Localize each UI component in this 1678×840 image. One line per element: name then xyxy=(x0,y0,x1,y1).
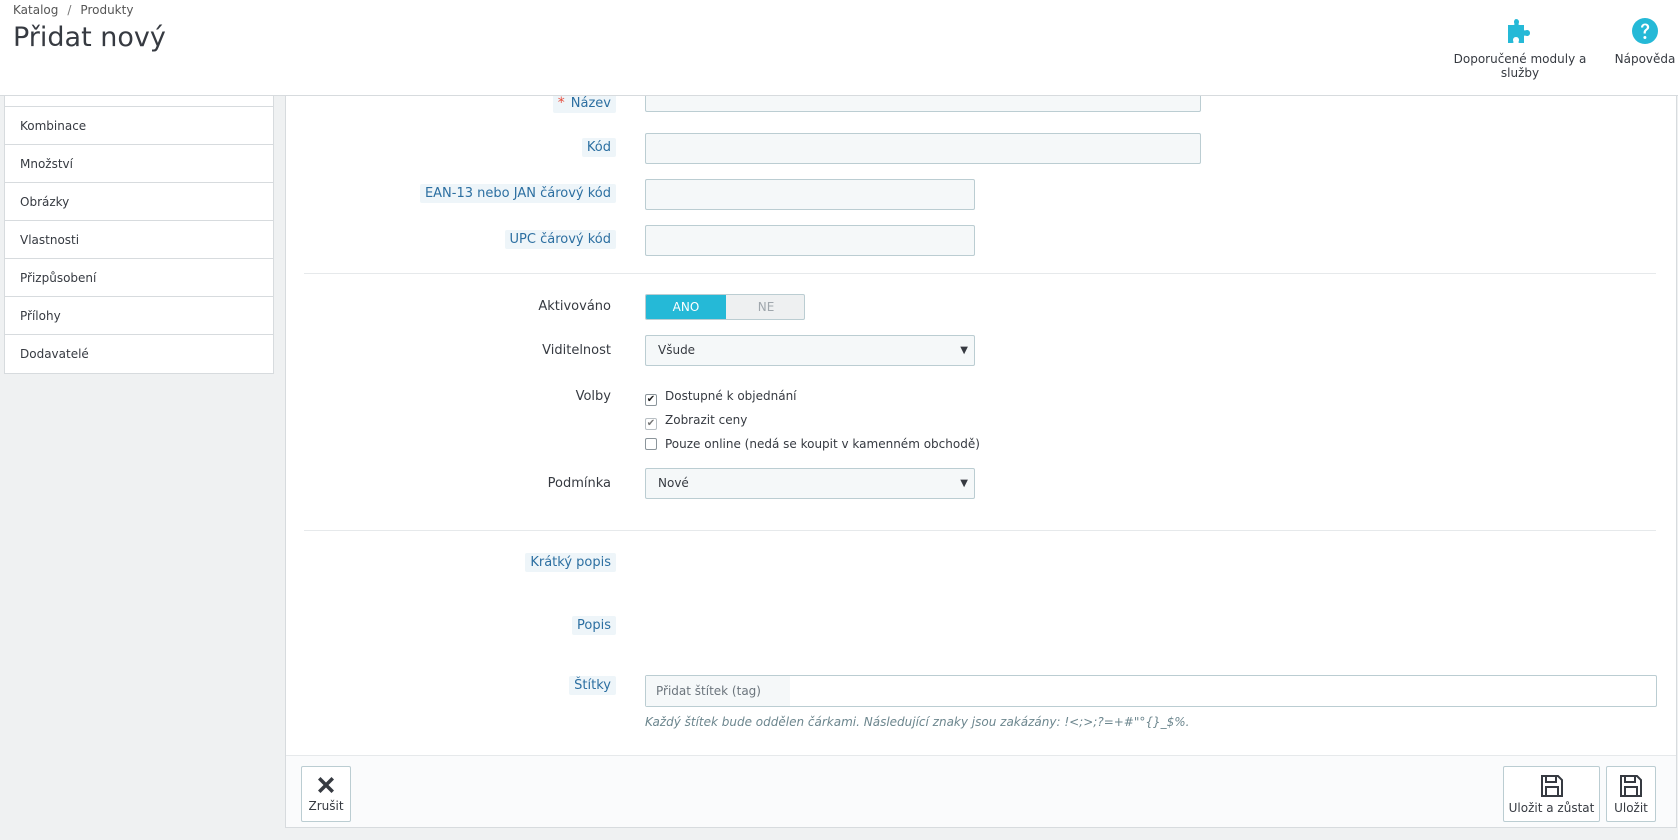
tags-input[interactable]: Přidat štítek (tag) xyxy=(645,675,1657,707)
tab-attachments[interactable]: Přílohy xyxy=(5,297,273,335)
save-button[interactable]: Uložit xyxy=(1606,766,1656,822)
show-price-checkbox[interactable]: Zobrazit ceny xyxy=(645,413,747,430)
active-yes-option[interactable]: ANO xyxy=(646,295,726,319)
visibility-select[interactable]: Všude ▼ xyxy=(645,335,975,366)
online-only-checkbox[interactable]: Pouze online (nedá se koupit v kamenném … xyxy=(645,437,980,451)
section-divider xyxy=(304,530,1656,531)
save-label: Uložit xyxy=(1614,801,1648,815)
short-description-label: Krátký popis xyxy=(525,553,616,572)
active-no-option[interactable]: NE xyxy=(726,295,804,319)
question-circle-icon xyxy=(1632,18,1658,44)
visibility-label: Viditelnost xyxy=(542,343,611,358)
tab-quantities[interactable]: Množství xyxy=(5,145,273,183)
breadcrumb-products[interactable]: Produkty xyxy=(80,3,133,17)
floppy-disk-icon xyxy=(1620,775,1642,797)
code-input[interactable] xyxy=(645,133,1201,164)
upc-label: UPC čárový kód xyxy=(504,230,616,249)
tags-placeholder[interactable]: Přidat štítek (tag) xyxy=(646,676,790,706)
cancel-label: Zrušit xyxy=(308,799,344,813)
checkbox-disabled-checked-icon[interactable] xyxy=(645,418,657,430)
ean-input[interactable] xyxy=(645,179,975,210)
sidebar-stub xyxy=(5,96,273,107)
condition-select[interactable]: Nové ▼ xyxy=(645,468,975,499)
product-tabs-sidebar: Kombinace Množství Obrázky Vlastnosti Př… xyxy=(4,96,274,374)
recommended-modules-label: Doporučené moduly a služby xyxy=(1453,52,1587,80)
recommended-modules-button[interactable]: Doporučené moduly a služby xyxy=(1436,16,1604,80)
active-switch[interactable]: ANO NE xyxy=(645,294,805,320)
required-asterisk: * xyxy=(557,95,565,111)
form-footer: Zrušit Uložit a zůstat Uložit xyxy=(286,755,1676,827)
checkbox-checked-icon[interactable] xyxy=(645,394,657,406)
breadcrumb: Katalog / Produkty xyxy=(13,3,133,17)
available-for-order-checkbox[interactable]: Dostupné k objednání xyxy=(645,389,797,406)
tab-combinations[interactable]: Kombinace xyxy=(5,107,273,145)
caret-down-icon: ▼ xyxy=(960,345,968,356)
floppy-disk-icon xyxy=(1540,775,1563,797)
show-price-label: Zobrazit ceny xyxy=(665,413,748,427)
page-header: Katalog / Produkty Přidat nový Doporučené … xyxy=(0,0,1678,96)
active-label: Aktivováno xyxy=(538,299,611,314)
name-label: * Název xyxy=(552,93,616,113)
available-for-order-label: Dostupné k objednání xyxy=(665,389,797,403)
product-form-panel: * Název Kód EAN-13 nebo JAN čárový kód UP… xyxy=(285,88,1677,828)
puzzle-icon xyxy=(1508,19,1530,43)
tab-customization[interactable]: Přizpůsobení xyxy=(5,259,273,297)
options-label: Volby xyxy=(575,389,611,404)
tab-features[interactable]: Vlastnosti xyxy=(5,221,273,259)
upc-input[interactable] xyxy=(645,225,975,256)
description-label: Popis xyxy=(572,616,616,635)
tab-images[interactable]: Obrázky xyxy=(5,183,273,221)
visibility-value: Všude xyxy=(658,343,696,357)
caret-down-icon: ▼ xyxy=(960,478,968,489)
breadcrumb-separator: / xyxy=(67,3,72,17)
tags-label: Štítky xyxy=(569,676,616,695)
save-and-stay-button[interactable]: Uložit a zůstat xyxy=(1503,766,1600,822)
section-divider xyxy=(304,273,1656,274)
save-and-stay-label: Uložit a zůstat xyxy=(1508,801,1595,815)
tab-suppliers[interactable]: Dodavatelé xyxy=(5,335,273,373)
checkbox-unchecked-icon[interactable] xyxy=(645,438,657,450)
close-icon xyxy=(318,777,334,793)
tags-help-text: Každý štítek bude oddělen čárkami. Násle… xyxy=(645,715,1190,729)
condition-value: Nové xyxy=(658,476,689,490)
page-title: Přidat nový xyxy=(13,22,166,53)
cancel-button[interactable]: Zrušit xyxy=(301,766,351,822)
help-label: Nápověda xyxy=(1614,52,1676,66)
condition-label: Podmínka xyxy=(547,476,611,491)
ean-label: EAN-13 nebo JAN čárový kód xyxy=(419,184,616,203)
online-only-label: Pouze online (nedá se koupit v kamenném … xyxy=(665,437,980,451)
code-label: Kód xyxy=(581,138,616,157)
help-button[interactable]: Nápověda xyxy=(1614,16,1676,66)
breadcrumb-catalog[interactable]: Katalog xyxy=(13,3,58,17)
